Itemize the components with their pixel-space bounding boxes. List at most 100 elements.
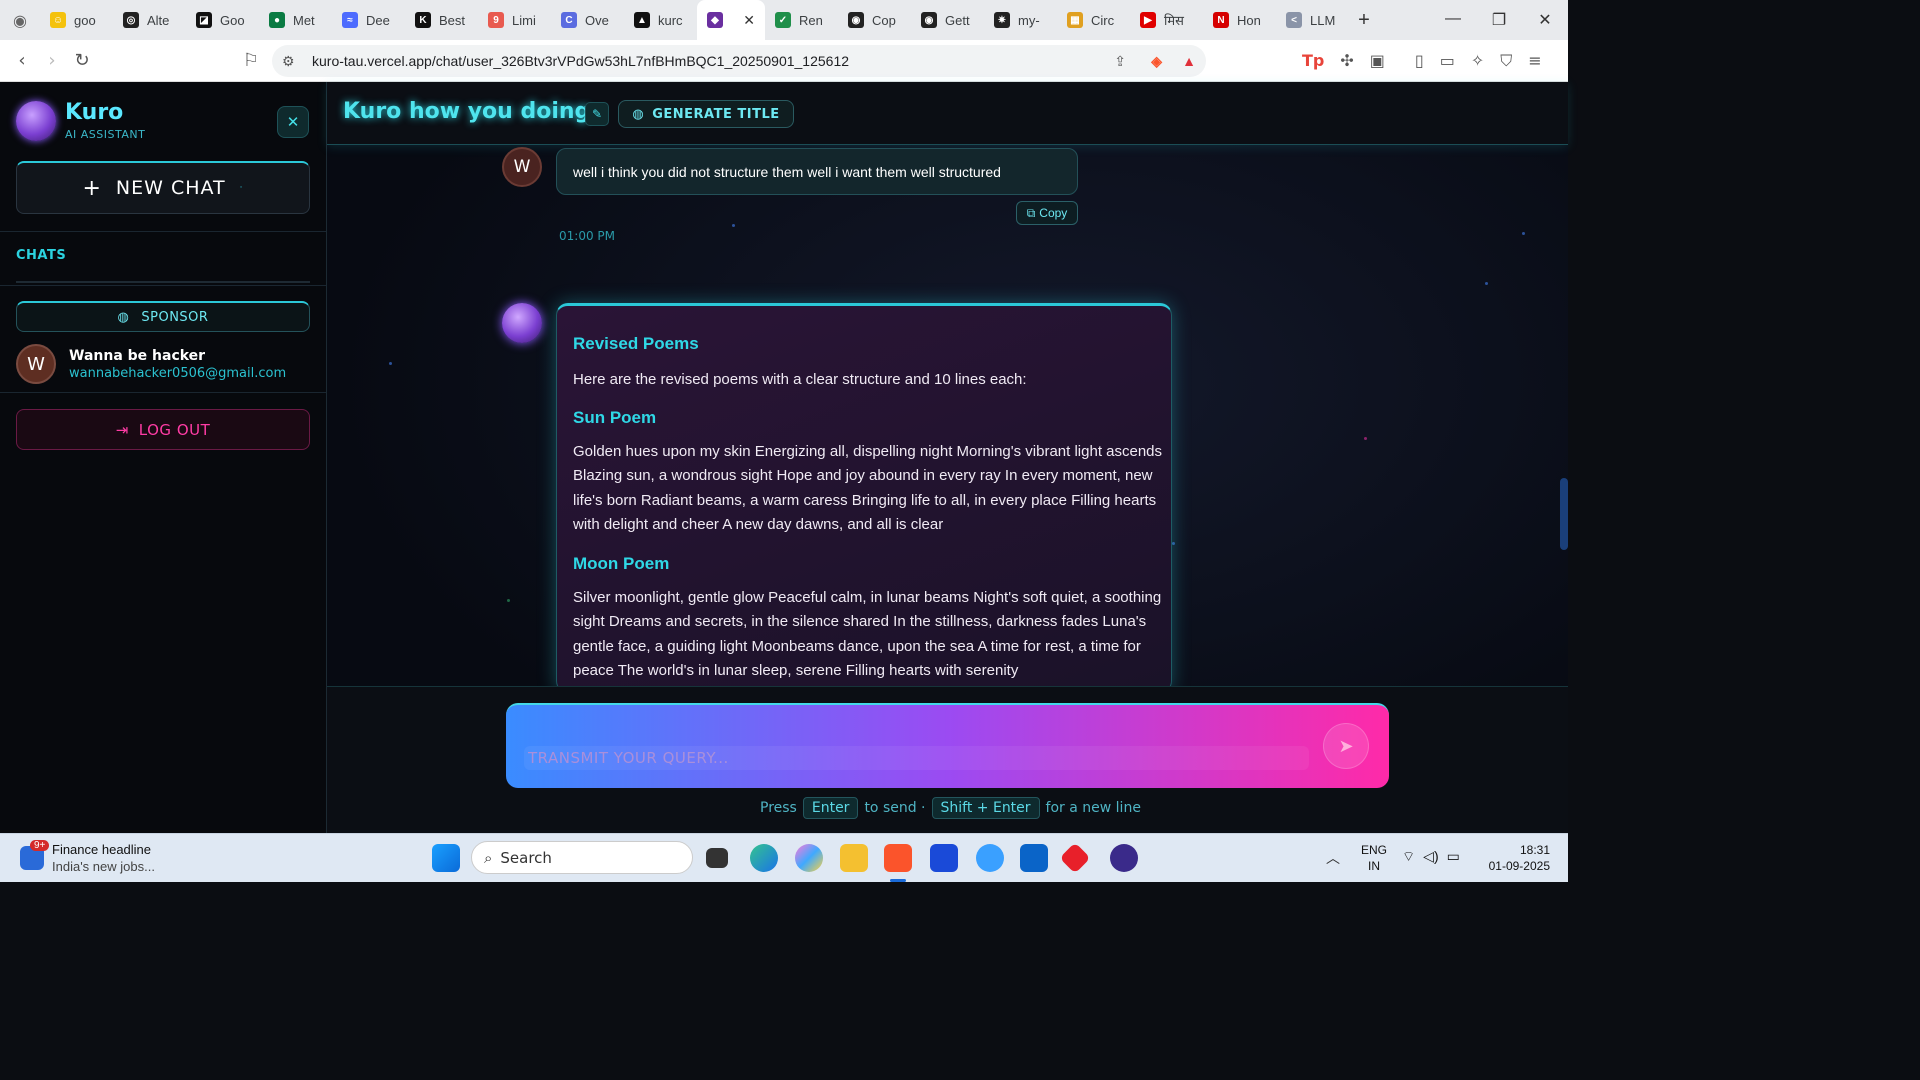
browser-tab[interactable]: ◉ Gett	[911, 0, 984, 40]
tab-favicon-icon: N	[1213, 12, 1229, 28]
copilot-icon[interactable]	[795, 844, 823, 872]
sidebar-toggle-icon[interactable]: ▯	[1415, 51, 1424, 71]
bot-message-avatar	[502, 303, 542, 343]
browser-tab[interactable]: ✓ Ren	[765, 0, 838, 40]
vpn-icon[interactable]: ⛉	[1500, 51, 1512, 71]
browser-tab-bar: ◉ ☺ goo ◎ Alte ◪ Goo ● Met ≈ Dee K Best 9 Limi C Ove ▲ ku…	[0, 0, 1568, 40]
user-email: wannabehacker0506@gmail.com	[69, 366, 287, 381]
browser-tab[interactable]: ◪ Goo	[186, 0, 259, 40]
hint-to-send: to send ·	[864, 800, 926, 816]
reload-icon[interactable]: ↻	[67, 50, 97, 71]
chat-title: Kuro how you doing	[343, 99, 591, 124]
browser-tab[interactable]: ☺ goo	[40, 0, 113, 40]
leo-ai-icon[interactable]: ✧	[1471, 51, 1484, 71]
minimize-icon[interactable]: —	[1430, 10, 1476, 30]
browser-tab[interactable]: C Ove	[551, 0, 624, 40]
outlook-icon[interactable]	[1020, 844, 1048, 872]
tab-favicon-icon: ◎	[123, 12, 139, 28]
tab-label: Gett	[945, 12, 970, 28]
browser-tab[interactable]: ◎ Alte	[113, 0, 186, 40]
copy-button[interactable]: ⧉ Copy	[1016, 201, 1078, 225]
tab-favicon-icon: ◉	[848, 12, 864, 28]
query-input[interactable]	[524, 746, 1309, 770]
browser-tab[interactable]: K Best	[405, 0, 478, 40]
browser-tab[interactable]: ≈ Dee	[332, 0, 405, 40]
bot-message-bubble: Revised Poems Here are the revised poems…	[556, 303, 1172, 693]
send-icon: ➤	[1338, 735, 1354, 757]
browser-tab[interactable]: N Hon	[1203, 0, 1276, 40]
news-badge: 9+	[30, 840, 50, 851]
brave-rewards-icon[interactable]: ▲	[1182, 53, 1196, 69]
volume-icon[interactable]: ◁)	[1423, 848, 1438, 866]
tab-label: Alte	[147, 12, 170, 28]
share-icon[interactable]: ⇪	[1114, 53, 1126, 70]
tab-label: Hon	[1237, 12, 1261, 28]
tab-label: Ren	[799, 12, 823, 28]
hint-press: Press	[760, 800, 797, 816]
screenshot-icon[interactable]: ▣	[1370, 51, 1385, 71]
browser-tab[interactable]: ◆ ✕	[697, 0, 765, 40]
taskbar-search[interactable]: ⌕ Search	[471, 841, 693, 874]
generate-title-button[interactable]: ◍ GENERATE TITLE	[618, 100, 794, 128]
store-icon[interactable]	[930, 844, 958, 872]
news-subtitle[interactable]: India's new jobs...	[52, 859, 155, 874]
browser-tab[interactable]: ▲ kurc	[624, 0, 697, 40]
brave-shield-icon[interactable]: ◈	[1151, 53, 1162, 70]
new-chat-label: NEW CHAT	[115, 177, 226, 199]
menu-icon[interactable]: ≡	[1528, 51, 1541, 71]
browser-tab[interactable]: ✷ my-	[984, 0, 1057, 40]
region-code: IN	[1368, 859, 1380, 873]
browser-tab[interactable]: 9 Limi	[478, 0, 551, 40]
restore-icon[interactable]: ❐	[1476, 10, 1522, 30]
extension-tp-icon[interactable]: Tp	[1302, 51, 1324, 71]
sun-poem-heading: Sun Poem	[573, 408, 657, 427]
close-sidebar-button[interactable]: ✕	[277, 106, 309, 138]
send-button[interactable]: ➤	[1323, 723, 1369, 769]
browser-tab[interactable]: ▦ Circ	[1057, 0, 1130, 40]
browser-tab[interactable]: < LLM	[1276, 0, 1349, 40]
wifi-icon[interactable]: ⌔	[1402, 848, 1415, 866]
task-view-icon[interactable]	[706, 848, 728, 868]
start-icon[interactable]	[432, 844, 460, 872]
app-icon[interactable]	[1110, 844, 1138, 872]
close-tab-icon[interactable]: ✕	[743, 12, 755, 29]
wallet-icon[interactable]: ▭	[1440, 51, 1455, 71]
chevron-up-icon[interactable]: ︿	[1326, 848, 1340, 868]
browser-tab[interactable]: ▶ मिस	[1130, 0, 1203, 40]
search-label: Search	[500, 848, 552, 867]
news-title[interactable]: Finance headline	[52, 842, 151, 857]
sparkle-icon: ·	[239, 183, 244, 193]
bookmark-icon[interactable]: ⚐	[236, 50, 266, 71]
clock[interactable]: 18:31 01-09-2025	[1482, 842, 1550, 874]
brave-icon[interactable]	[884, 844, 912, 872]
back-icon[interactable]: ‹	[7, 50, 37, 71]
language-indicator[interactable]: ENG IN	[1361, 842, 1387, 874]
sponsor-icon: ◍	[117, 309, 130, 325]
browser-menu-icon[interactable]: ◉	[0, 11, 40, 30]
file-explorer-icon[interactable]	[840, 844, 868, 872]
sponsor-button[interactable]: ◍ SPONSOR	[16, 301, 310, 332]
chat-scrollbar[interactable]	[1560, 478, 1568, 550]
forward-icon[interactable]: ›	[37, 50, 67, 71]
kuro-logo-avatar	[16, 101, 56, 141]
tab-label: Met	[293, 12, 315, 28]
chats-list-scrollbar[interactable]	[16, 281, 310, 283]
user-name: Wanna be hacker	[69, 348, 206, 364]
anydesk-icon[interactable]	[1059, 842, 1091, 874]
close-window-icon[interactable]: ✕	[1522, 10, 1568, 30]
browser-tab[interactable]: ◉ Cop	[838, 0, 911, 40]
extensions-icon[interactable]: ✣	[1340, 51, 1353, 71]
tab-label: Limi	[512, 12, 536, 28]
new-chat-button[interactable]: + NEW CHAT ·	[16, 161, 310, 214]
tab-label: kurc	[658, 12, 683, 28]
battery-icon[interactable]: ▭	[1447, 848, 1460, 866]
browser-tab[interactable]: ● Met	[259, 0, 332, 40]
logout-button[interactable]: ⇥ LOG OUT	[16, 409, 310, 450]
site-info-icon[interactable]: ⚙	[282, 53, 295, 70]
edge-icon[interactable]	[750, 844, 778, 872]
keyboard-hint: Press Enter to send · Shift + Enter for …	[760, 797, 1141, 819]
url-field[interactable]: ⚙ kuro-tau.vercel.app/chat/user_326Btv3r…	[272, 45, 1206, 77]
help-icon[interactable]	[976, 844, 1004, 872]
new-tab-button[interactable]: +	[1349, 9, 1379, 32]
edit-title-button[interactable]: ✎	[585, 102, 609, 126]
